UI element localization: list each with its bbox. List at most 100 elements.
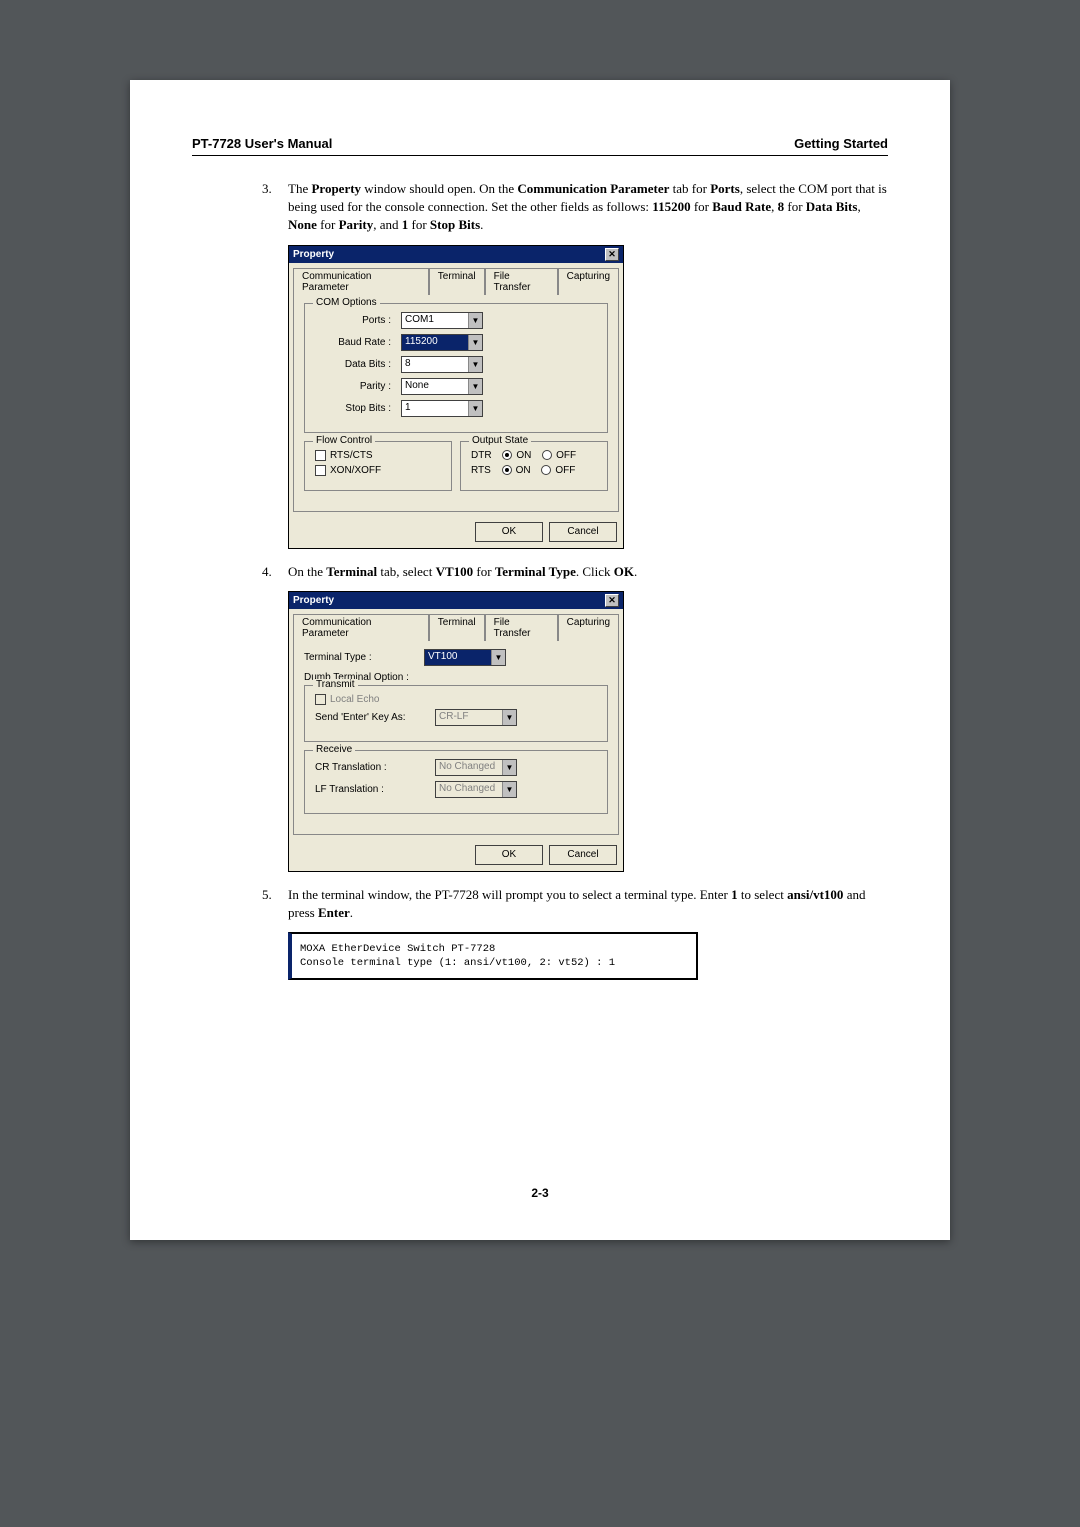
close-icon[interactable]: ✕: [605, 248, 619, 261]
xon-xoff-checkbox[interactable]: XON/XOFF: [315, 465, 441, 476]
ok-button[interactable]: OK: [475, 845, 543, 865]
lf-translation-row: LF Translation : No Changed▼: [315, 781, 597, 798]
terminal-type-row: Terminal Type : VT100▼: [304, 649, 608, 666]
ok-button[interactable]: OK: [475, 522, 543, 542]
radio-on[interactable]: [502, 450, 512, 460]
dtr-row: DTR ON OFF: [471, 450, 597, 461]
step-3: 3. The Property window should open. On t…: [262, 180, 888, 235]
tab-file-transfer[interactable]: File Transfer: [485, 614, 558, 641]
radio-on[interactable]: [502, 465, 512, 475]
tab-comm-param[interactable]: Communication Parameter: [293, 614, 429, 641]
combo-box[interactable]: COM1▼: [401, 312, 483, 329]
step-number: 4.: [262, 563, 288, 581]
tab-capturing[interactable]: Capturing: [558, 614, 619, 641]
radio-text: OFF: [556, 450, 576, 461]
combo-value: 1: [402, 401, 468, 416]
com-options-group: COM Options Ports :COM1▼Baud Rate :11520…: [304, 303, 608, 433]
combo-box[interactable]: 115200▼: [401, 334, 483, 351]
transmit-group: Transmit Local Echo Send 'Enter' Key As:…: [304, 685, 608, 742]
radio-off[interactable]: [542, 450, 552, 460]
combo-value: CR-LF: [436, 710, 502, 725]
close-icon[interactable]: ✕: [605, 594, 619, 607]
step-5: 5. In the terminal window, the PT-7728 w…: [262, 886, 888, 922]
step-list: 3. The Property window should open. On t…: [262, 180, 888, 235]
checkbox-icon: [315, 465, 326, 476]
step-list: 5. In the terminal window, the PT-7728 w…: [262, 886, 888, 922]
field-label: Baud Rate :: [315, 337, 401, 348]
property-dialog-comm: Property ✕ Communication Parameter Termi…: [288, 245, 624, 549]
rts-row: RTS ON OFF: [471, 465, 597, 476]
combo-value: 115200: [402, 335, 468, 350]
step-4: 4. On the Terminal tab, select VT100 for…: [262, 563, 888, 581]
group-legend: Receive: [313, 744, 355, 755]
cr-translation-combo: No Changed▼: [435, 759, 517, 776]
com-option-row: Stop Bits :1▼: [315, 400, 597, 417]
radio-off[interactable]: [541, 465, 551, 475]
rts-cts-checkbox[interactable]: RTS/CTS: [315, 450, 441, 461]
chevron-down-icon: ▼: [468, 379, 482, 394]
chevron-down-icon: ▼: [502, 782, 516, 797]
chevron-down-icon: ▼: [468, 335, 482, 350]
dialog-title: Property: [293, 595, 334, 606]
com-option-row: Data Bits :8▼: [315, 356, 597, 373]
chevron-down-icon: ▼: [491, 650, 505, 665]
field-label: Send 'Enter' Key As:: [315, 712, 435, 723]
tab-file-transfer[interactable]: File Transfer: [485, 268, 558, 295]
tab-comm-param[interactable]: Communication Parameter: [293, 268, 429, 295]
step-number: 5.: [262, 886, 288, 922]
property-dialog-terminal: Property ✕ Communication Parameter Termi…: [288, 591, 624, 872]
cr-translation-row: CR Translation : No Changed▼: [315, 759, 597, 776]
combo-box[interactable]: 1▼: [401, 400, 483, 417]
chevron-down-icon: ▼: [502, 760, 516, 775]
chevron-down-icon: ▼: [468, 313, 482, 328]
group-legend: Output State: [469, 435, 531, 446]
combo-box[interactable]: None▼: [401, 378, 483, 395]
field-label: Parity :: [315, 381, 401, 392]
step-list: 4. On the Terminal tab, select VT100 for…: [262, 563, 888, 581]
terminal-line: Console terminal type (1: ansi/vt100, 2:…: [300, 956, 688, 970]
field-label: LF Translation :: [315, 784, 435, 795]
page-content: 3. The Property window should open. On t…: [192, 180, 888, 980]
step-text: The Property window should open. On the …: [288, 180, 888, 235]
radio-label: DTR: [471, 450, 492, 461]
dialog-titlebar[interactable]: Property ✕: [289, 592, 623, 609]
cancel-button[interactable]: Cancel: [549, 522, 617, 542]
lf-translation-combo: No Changed▼: [435, 781, 517, 798]
page-number: 2-3: [130, 1186, 950, 1200]
header-left: PT-7728 User's Manual: [192, 136, 332, 151]
radio-text: OFF: [555, 465, 575, 476]
tab-terminal[interactable]: Terminal: [429, 268, 485, 295]
group-legend: COM Options: [313, 297, 380, 308]
checkbox-icon: [315, 694, 326, 705]
com-option-row: Parity :None▼: [315, 378, 597, 395]
dialog-titlebar[interactable]: Property ✕: [289, 246, 623, 263]
combo-box[interactable]: 8▼: [401, 356, 483, 373]
local-echo-checkbox: Local Echo: [315, 694, 597, 705]
tab-capturing[interactable]: Capturing: [558, 268, 619, 295]
step-text: In the terminal window, the PT-7728 will…: [288, 886, 888, 922]
group-legend: Flow Control: [313, 435, 375, 446]
tab-terminal[interactable]: Terminal: [429, 614, 485, 641]
dialog-panel: Terminal Type : VT100▼ Dumb Terminal Opt…: [293, 640, 619, 835]
com-option-row: Ports :COM1▼: [315, 312, 597, 329]
step-text: On the Terminal tab, select VT100 for Te…: [288, 563, 888, 581]
output-state-group: Output State DTR ON OFF RTS ON OFF: [460, 441, 608, 491]
combo-value: 8: [402, 357, 468, 372]
cancel-button[interactable]: Cancel: [549, 845, 617, 865]
radio-text: ON: [516, 465, 531, 476]
radio-text: ON: [516, 450, 531, 461]
dialog-buttons: OK Cancel: [289, 516, 623, 548]
field-label: Ports :: [315, 315, 401, 326]
field-label: Stop Bits :: [315, 403, 401, 414]
checkbox-label: XON/XOFF: [330, 465, 381, 476]
combo-value: No Changed: [436, 760, 502, 775]
dialog-tabs: Communication Parameter Terminal File Tr…: [289, 263, 623, 294]
dialog-buttons: OK Cancel: [289, 839, 623, 871]
page-header: PT-7728 User's Manual Getting Started: [192, 136, 888, 156]
terminal-type-combo[interactable]: VT100▼: [424, 649, 506, 666]
receive-group: Receive CR Translation : No Changed▼ LF …: [304, 750, 608, 814]
checkbox-icon: [315, 450, 326, 461]
combo-value: None: [402, 379, 468, 394]
dialog-tabs: Communication Parameter Terminal File Tr…: [289, 609, 623, 640]
terminal-output-box: MOXA EtherDevice Switch PT-7728 Console …: [288, 932, 698, 980]
